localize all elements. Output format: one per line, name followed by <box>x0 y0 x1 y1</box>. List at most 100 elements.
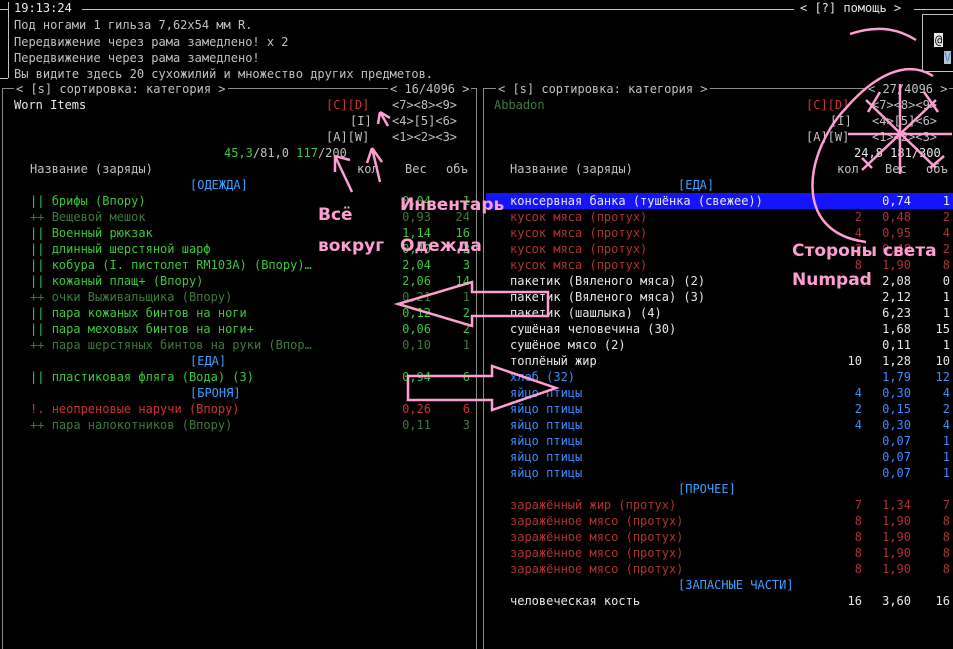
item-name: кусок мяса (протух) <box>510 258 648 272</box>
right-col-weight: Вес <box>885 162 907 176</box>
list-item[interactable]: яйцо птицы <box>510 385 582 401</box>
item-name: хлеб (32) <box>510 370 576 384</box>
clock: 19:13:24 <box>14 1 72 15</box>
list-item[interactable]: ++ пара шерстяных бинтов на руки (Впор… <box>30 337 312 353</box>
right-pane-title: Abbadon <box>494 98 545 112</box>
item-name: кусок мяса (протух) <box>510 210 648 224</box>
right-dir-456[interactable]: <4>[5]<6> <box>872 113 937 129</box>
list-item[interactable]: сушёное мясо (2) <box>510 337 626 353</box>
right-dir-123[interactable]: <1><2><3> <box>872 129 937 145</box>
list-item[interactable]: заражённый жир (протух) <box>510 497 676 513</box>
list-item[interactable]: хлеб (32) <box>510 369 575 385</box>
item-name: кобура (I. пистолет RM103A) (Впору)… <box>51 258 312 272</box>
right-dir-cd[interactable]: [C][D] <box>806 97 849 113</box>
volume-max: /200 <box>317 146 347 160</box>
list-item[interactable]: !. неопреновые наручи (Впору) <box>30 401 240 417</box>
left-dir-cd[interactable]: [C][D] <box>326 97 369 113</box>
item-name: Военный рюкзак <box>51 226 153 240</box>
left-col-qty: кол <box>357 162 379 176</box>
list-item[interactable]: яйцо птицы <box>510 417 582 433</box>
list-item[interactable]: яйцо птицы <box>510 401 582 417</box>
list-item[interactable]: заражённое мясо (протух) <box>510 545 683 561</box>
player-glyph: @ <box>934 33 944 47</box>
item-name: пластиковая фляга (Вода) (3) <box>51 370 254 384</box>
list-item[interactable]: || брифы (Впору) <box>30 193 146 209</box>
right-dir-aw[interactable]: [A][W] <box>806 129 849 145</box>
list-item[interactable]: консервная банка (тушёнка (свежее)) <box>510 193 763 209</box>
item-volume: 14 <box>455 274 470 288</box>
list-item[interactable]: сушёная человечина (30) <box>510 321 676 337</box>
item-name: яйцо птицы <box>510 402 583 416</box>
right-sort-selector[interactable]: < [s] сортировка: категория > <box>496 81 710 97</box>
left-sort-selector[interactable]: < [s] сортировка: категория > <box>14 81 228 97</box>
left-dir-456[interactable]: <4>[5]<6> <box>392 113 457 129</box>
list-item[interactable]: кусок мяса (протух) <box>510 209 647 225</box>
list-item[interactable]: || пластиковая фляга (Вода) (3) <box>30 369 254 385</box>
item-name: сушёное мясо (2) <box>510 338 626 352</box>
list-item[interactable]: кусок мяса (протух) <box>510 225 647 241</box>
list-item[interactable]: кусок мяса (протух) <box>510 257 647 273</box>
annotation-inventar: Инвентарь <box>400 195 505 215</box>
left-dir-123[interactable]: <1><2><3> <box>392 129 457 145</box>
status-mark: ++ <box>30 290 45 304</box>
volume-current: 181/300 <box>890 146 941 160</box>
help-button[interactable]: < [?] помощь > <box>800 0 901 16</box>
item-name: пара налокотников (Впору) <box>51 418 233 432</box>
message-line: Передвижение через рама замедлено! <box>14 51 260 65</box>
right-dir-i[interactable]: [I] <box>830 113 852 129</box>
list-item[interactable]: яйцо птицы <box>510 465 582 481</box>
item-name: пакетик (шашлыка) (4) <box>510 306 662 320</box>
list-item[interactable]: топлёный жир <box>510 353 597 369</box>
left-weight-volume: 45,3/81,0 117/200 <box>224 145 347 161</box>
message-line: Вы видите здесь 20 сухожилий и множество… <box>14 67 434 81</box>
list-item[interactable]: ++ пара налокотников (Впору) <box>30 417 232 433</box>
item-name: консервная банка (тушёнка (свежее)) <box>510 194 763 208</box>
item-name: топлёный жир <box>510 354 597 368</box>
item-name: кожаный плащ+ (Впору) <box>51 274 204 288</box>
right-dir-789[interactable]: <7><8><9> <box>872 97 937 113</box>
category-header: [ПРОЧЕЕ] <box>678 482 736 496</box>
list-item[interactable]: || пара кожаных бинтов на ноги <box>30 305 247 321</box>
status-mark: || <box>30 226 45 240</box>
list-item[interactable]: заражённое мясо (протух) <box>510 529 683 545</box>
status-mark: || <box>30 274 45 288</box>
left-dir-i[interactable]: [I] <box>350 113 372 129</box>
item-name: заражённый жир (протух) <box>510 498 677 512</box>
status-mark: ++ <box>30 338 45 352</box>
list-item[interactable]: яйцо птицы <box>510 433 582 449</box>
list-item[interactable]: || пара меховых бинтов на ноги+ <box>30 321 254 337</box>
item-volume: 2 <box>462 306 470 320</box>
item-volume: 1 <box>942 466 950 480</box>
item-volume: 16 <box>935 594 950 608</box>
list-item[interactable]: пакетик (Вяленого мяса) (2) <box>510 273 705 289</box>
list-item[interactable]: пакетик (Вяленого мяса) (3) <box>510 289 705 305</box>
top-border-left <box>0 9 8 10</box>
list-item[interactable]: || кобура (I. пистолет RM103A) (Впору)… <box>30 257 312 273</box>
item-volume: 2 <box>462 322 470 336</box>
list-item[interactable]: человеческая кость <box>510 593 640 609</box>
item-volume: 8 <box>942 530 950 544</box>
status-mark: || <box>30 194 45 208</box>
item-volume: 8 <box>942 546 950 560</box>
list-item[interactable]: заражённое мясо (протух) <box>510 561 683 577</box>
right-item-count: < 27/4096 > <box>866 81 950 97</box>
list-item[interactable]: ++ очки Выживальщика (Впору) <box>30 289 232 305</box>
left-dir-aw[interactable]: [A][W] <box>326 129 369 145</box>
item-volume: 10 <box>935 354 950 368</box>
list-item[interactable]: ++ Вещевой мешок <box>30 209 146 225</box>
list-item[interactable]: || кожаный плащ+ (Впору) <box>30 273 203 289</box>
list-item[interactable]: кусок мяса (протух) <box>510 241 647 257</box>
list-item[interactable]: заражённое мясо (протух) <box>510 513 683 529</box>
list-item[interactable]: пакетик (шашлыка) (4) <box>510 305 662 321</box>
list-item[interactable]: || Военный рюкзак <box>30 225 153 241</box>
list-item[interactable]: || длинный шерстяной шарф <box>30 241 211 257</box>
item-name: Вещевой мешок <box>51 210 146 224</box>
item-name: пакетик (Вяленого мяса) (3) <box>510 290 706 304</box>
list-item[interactable]: яйцо птицы <box>510 449 582 465</box>
item-volume: 1 <box>942 450 950 464</box>
item-volume: 7 <box>942 498 950 512</box>
weight-current: 24,8 <box>854 146 883 160</box>
left-pane-title: Worn Items <box>14 98 87 112</box>
left-dir-789[interactable]: <7><8><9> <box>392 97 457 113</box>
item-volume: 2 <box>942 210 950 224</box>
